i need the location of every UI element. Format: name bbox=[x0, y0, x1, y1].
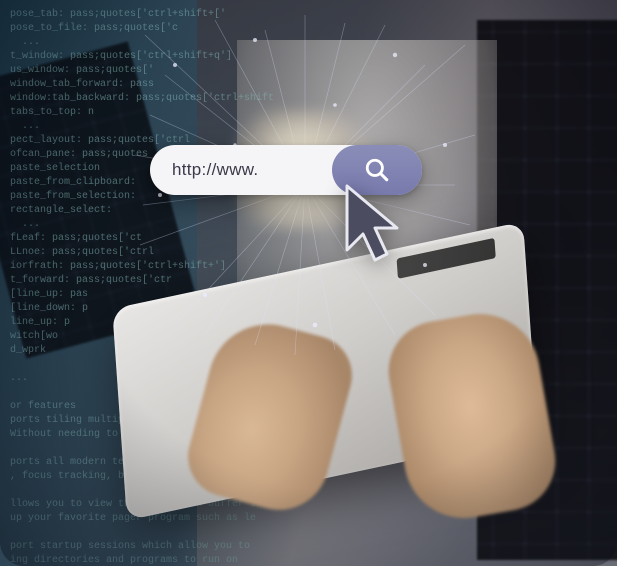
url-search-bar[interactable]: http://www. bbox=[150, 145, 422, 195]
search-button[interactable] bbox=[332, 145, 422, 195]
magnifier-icon bbox=[364, 157, 390, 183]
url-text: http://www. bbox=[150, 160, 332, 180]
